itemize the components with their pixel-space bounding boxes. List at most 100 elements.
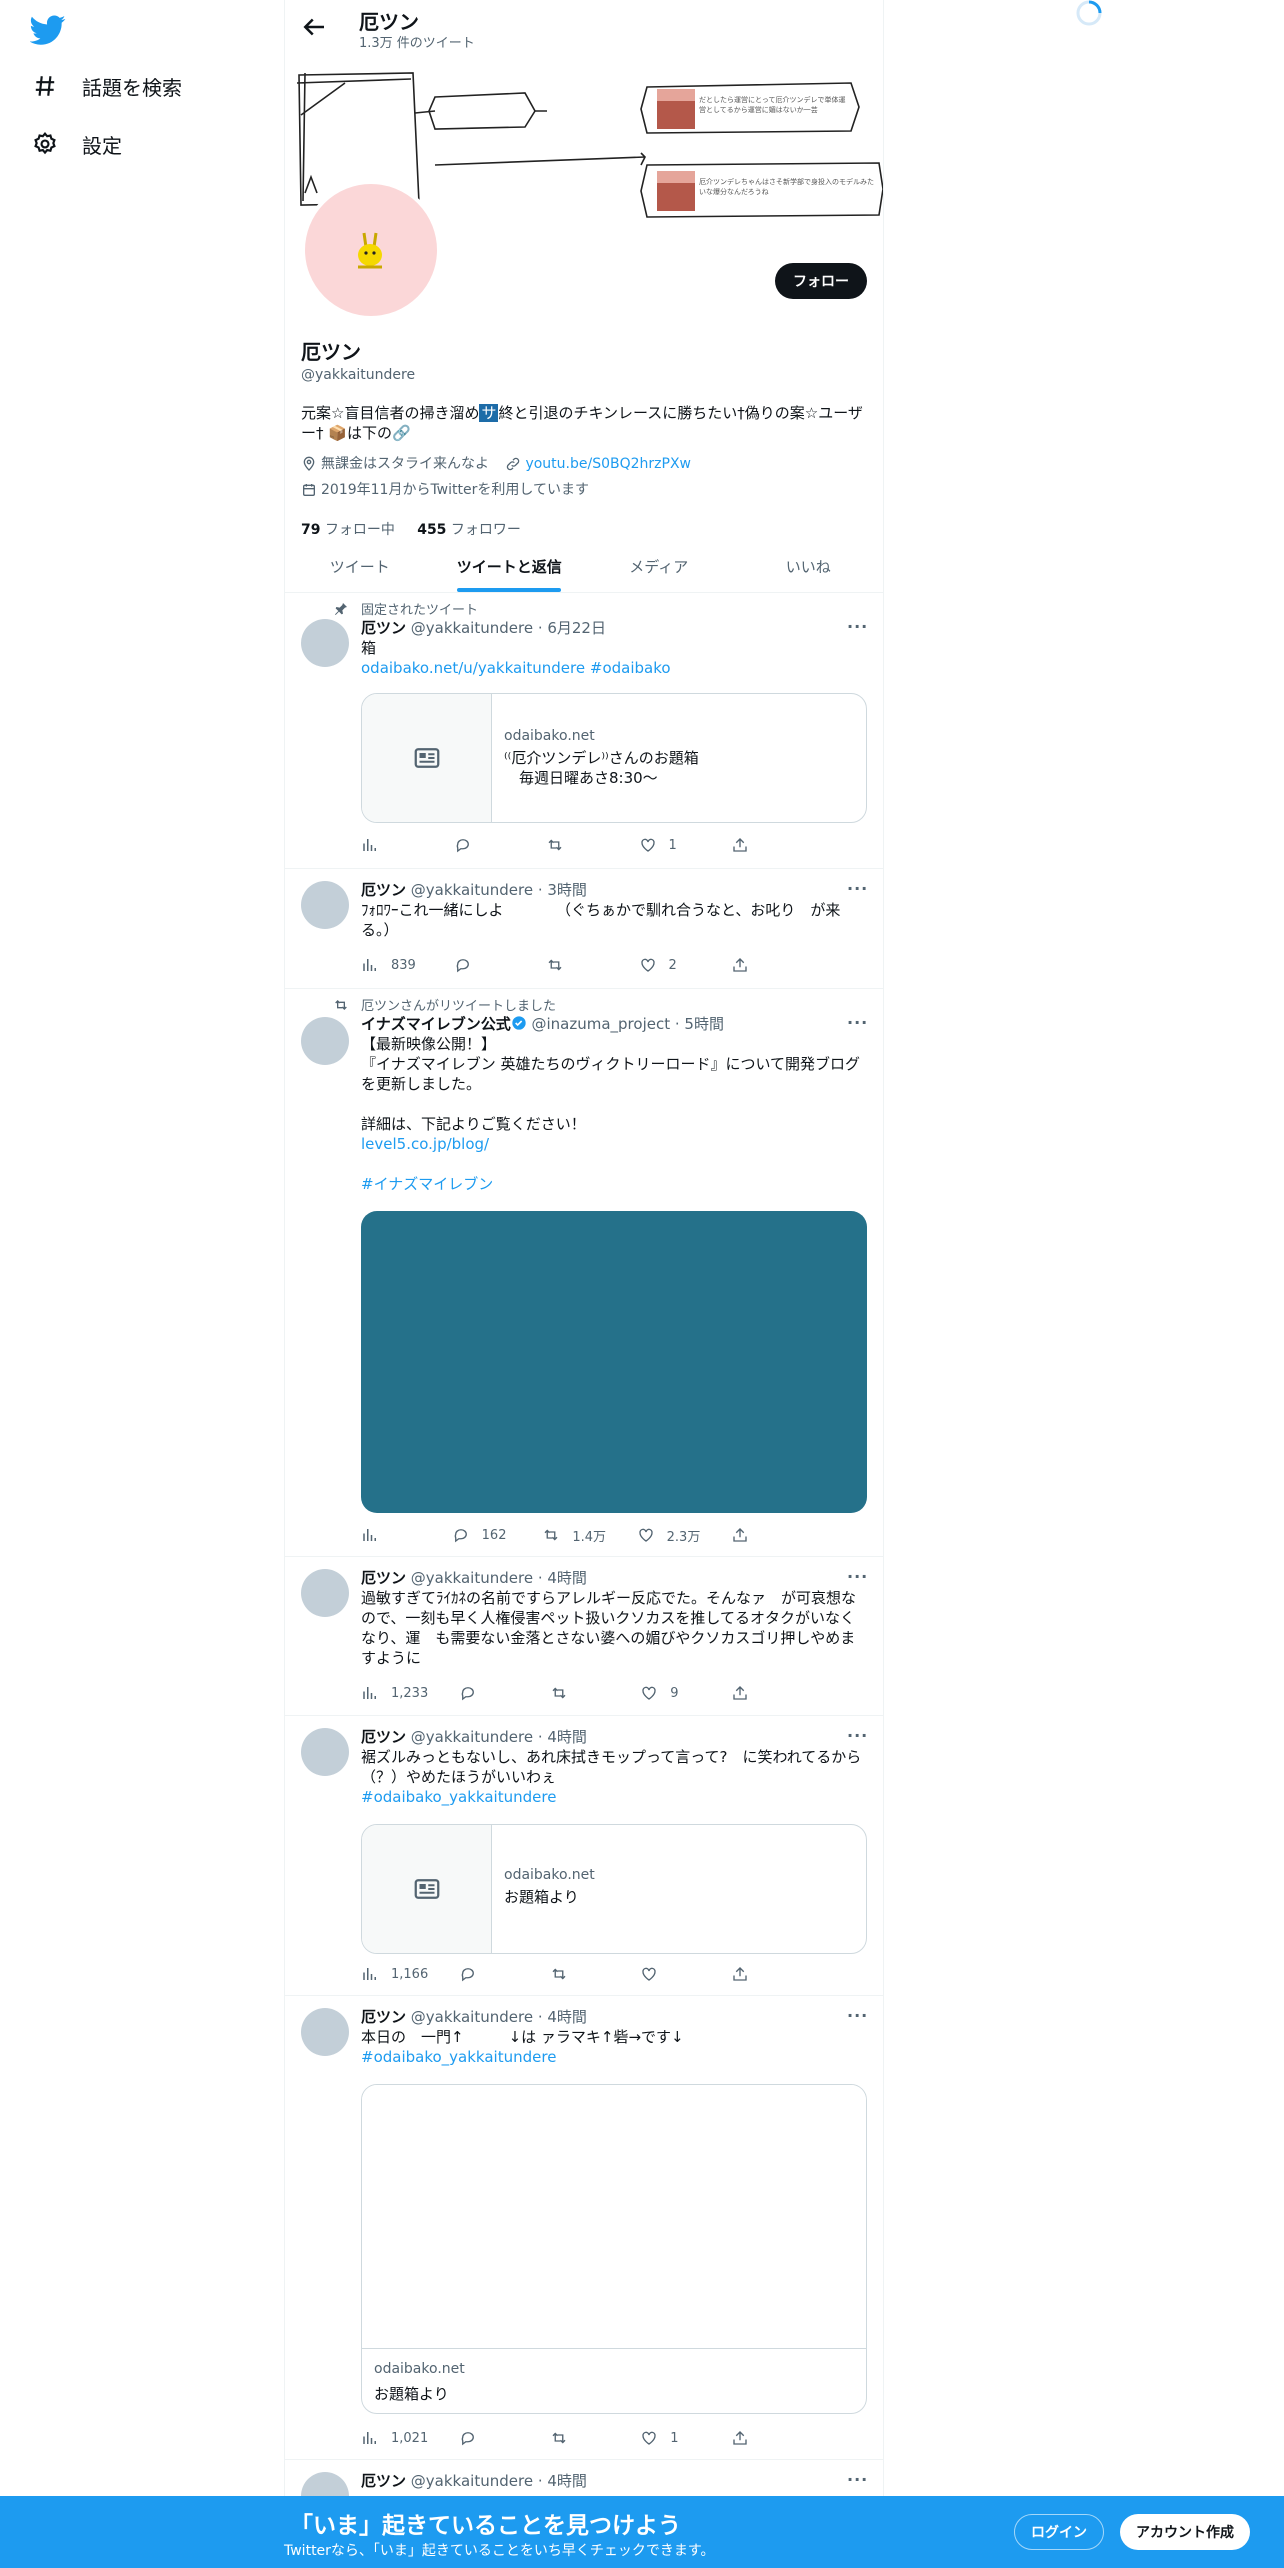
tab-media[interactable]: メディア bbox=[584, 540, 734, 592]
loading-spinner-icon bbox=[1076, 0, 1102, 26]
create-account-button[interactable]: アカウント作成 bbox=[1120, 2514, 1250, 2550]
left-nav: 話題を検索 設定 bbox=[0, 0, 284, 2568]
retweet-button[interactable] bbox=[546, 835, 606, 855]
tab-likes[interactable]: いいね bbox=[734, 540, 884, 592]
reply-button[interactable] bbox=[459, 1964, 519, 1984]
share-button[interactable] bbox=[731, 1525, 791, 1545]
like-button[interactable]: 2 bbox=[639, 955, 699, 975]
profile-header: 厄ツン 1.3万 件のツイート bbox=[285, 0, 883, 53]
follow-button[interactable]: フォロー bbox=[775, 263, 867, 299]
like-button[interactable]: 1 bbox=[640, 2428, 700, 2448]
share-button[interactable] bbox=[731, 1683, 791, 1703]
tweet-link[interactable]: odaibako.net/u/yakkaitundere bbox=[361, 659, 585, 677]
tweet-actions: 162 1.4万 2.3万 bbox=[361, 1525, 791, 1545]
views-button[interactable]: 1,021 bbox=[361, 2428, 428, 2448]
following-link[interactable]: 79 フォロー中 bbox=[301, 522, 395, 538]
link-card[interactable]: odaibako.net お題箱より bbox=[361, 1824, 867, 1954]
avatar[interactable] bbox=[301, 619, 349, 667]
login-button[interactable]: ログイン bbox=[1014, 2514, 1104, 2550]
avatar[interactable] bbox=[301, 2008, 349, 2056]
tweet-meta: @yakkaitundere · 3時間 bbox=[410, 881, 587, 899]
reply-button[interactable] bbox=[459, 2428, 519, 2448]
tweet-author-name[interactable]: 厄ツン bbox=[361, 881, 406, 899]
share-icon bbox=[733, 1686, 747, 1700]
tweet-body: 厄ツン @yakkaitundere · 4時間 裾ズルみっともないし、あれ床拭… bbox=[361, 1726, 869, 1807]
avatar[interactable] bbox=[301, 881, 349, 929]
profile-bio: 元案☆盲目信者の掃き溜めサ終と引退のチキンレースに勝ちたい†偽りの案☆ユーザー†… bbox=[301, 403, 869, 443]
nav-settings[interactable]: 設定 bbox=[32, 124, 122, 164]
share-button[interactable] bbox=[731, 835, 791, 855]
tweet-author-name[interactable]: 厄ツン bbox=[361, 619, 406, 637]
tweet[interactable]: ··· 厄ツン @yakkaitundere · 4時間 裾ズルみっともないし、… bbox=[285, 1716, 883, 1996]
profile-avatar[interactable] bbox=[301, 180, 441, 320]
retweet-button[interactable] bbox=[550, 1964, 610, 1984]
back-arrow-icon[interactable] bbox=[299, 12, 329, 42]
views-button[interactable] bbox=[361, 1525, 421, 1545]
location-pin-icon bbox=[303, 456, 315, 471]
tab-tweets[interactable]: ツイート bbox=[285, 540, 435, 592]
pin-icon bbox=[335, 602, 347, 615]
retweet-button[interactable] bbox=[550, 2428, 610, 2448]
article-icon bbox=[414, 1879, 439, 1899]
like-button[interactable]: 1 bbox=[639, 835, 699, 855]
tweet-pinned[interactable]: 固定されたツイート ··· 厄ツン @yakkaitundere · 6月22日… bbox=[285, 593, 883, 869]
reply-button[interactable] bbox=[459, 1683, 519, 1703]
reply-button[interactable] bbox=[454, 835, 514, 855]
profile-url-link[interactable]: youtu.be/S0BQ2hrzPXw bbox=[525, 453, 691, 475]
reply-button[interactable] bbox=[454, 955, 514, 975]
tweet-hashtag[interactable]: #イナズマイレブン bbox=[361, 1175, 493, 1193]
share-button[interactable] bbox=[731, 2428, 791, 2448]
bio-text-a: 元案☆盲目信者の掃き溜め bbox=[301, 404, 480, 422]
views-count: 1,166 bbox=[391, 1966, 429, 1982]
avatar[interactable] bbox=[301, 1017, 349, 1065]
tweet-media[interactable] bbox=[361, 1211, 867, 1513]
retweet-button[interactable]: 1.4万 bbox=[542, 1525, 606, 1545]
views-button[interactable]: 1,166 bbox=[361, 1964, 428, 1984]
tweet-retweeted[interactable]: 厄ツンさんがリツイートしました ··· イナズマイレブン公式 @inazuma_… bbox=[285, 989, 883, 1557]
followers-count: 455 bbox=[417, 522, 447, 538]
tab-tweets-and-replies[interactable]: ツイートと返信 bbox=[435, 540, 585, 592]
views-button[interactable] bbox=[361, 835, 421, 855]
tweet-hashtag[interactable]: #odaibako bbox=[590, 659, 671, 677]
tweet-body: 厄ツン @yakkaitundere · 4時間 過敏すぎてﾗｲｶﾈの名前ですら… bbox=[361, 1567, 869, 1668]
tweet-header: 厄ツン @yakkaitundere · 4時間 bbox=[361, 1726, 869, 1747]
avatar[interactable] bbox=[301, 1569, 349, 1617]
tweet-hashtag[interactable]: #odaibako_yakkaitundere bbox=[361, 1788, 556, 1806]
retweet-button[interactable] bbox=[546, 955, 606, 975]
nav-explore[interactable]: 話題を検索 bbox=[32, 66, 182, 106]
profile-location: 無課金はスタライ来んなよ bbox=[301, 453, 489, 475]
profile-url[interactable]: youtu.be/S0BQ2hrzPXw bbox=[505, 453, 691, 475]
like-button[interactable]: 9 bbox=[640, 1683, 700, 1703]
tweet-hashtag[interactable]: #odaibako_yakkaitundere bbox=[361, 2048, 556, 2066]
share-button[interactable] bbox=[731, 955, 791, 975]
views-count: 1,021 bbox=[391, 2430, 429, 2446]
views-button[interactable]: 1,233 bbox=[361, 1683, 428, 1703]
tweet-author-name[interactable]: 厄ツン bbox=[361, 2472, 406, 2490]
tweet[interactable]: ··· 厄ツン @yakkaitundere · 3時間 ﾌｫﾛﾜｰこれ一緒にし… bbox=[285, 869, 883, 989]
views-button[interactable]: 839 bbox=[361, 955, 421, 975]
twitter-logo-icon[interactable] bbox=[30, 12, 66, 48]
tweet-author-name[interactable]: 厄ツン bbox=[361, 1728, 406, 1746]
banner-note-2: 厄介ツンデレちゃんはさそ新学部で身投入のモデルみたいな爆分なんだろうね bbox=[699, 178, 874, 196]
reply-button[interactable]: 162 bbox=[452, 1525, 512, 1545]
retweet-icon bbox=[552, 2432, 566, 2444]
like-button[interactable] bbox=[640, 1964, 700, 1984]
share-icon bbox=[733, 958, 747, 972]
tweet-link[interactable]: level5.co.jp/blog/ bbox=[361, 1135, 489, 1153]
followers-link[interactable]: 455 フォロワー bbox=[417, 522, 521, 538]
tweet-author-name[interactable]: 厄ツン bbox=[361, 2008, 406, 2026]
signup-banner-subtitle: Twitterなら、「いま」起きていることをいち早くチェックできます。 bbox=[284, 2543, 715, 2559]
retweet-button[interactable] bbox=[550, 1683, 610, 1703]
card-thumbnail bbox=[362, 1825, 492, 1953]
share-button[interactable] bbox=[731, 1964, 791, 1984]
like-button[interactable]: 2.3万 bbox=[637, 1525, 700, 1545]
tweet[interactable]: ··· 厄ツン @yakkaitundere · 4時間 過敏すぎてﾗｲｶﾈの名… bbox=[285, 1557, 883, 1716]
link-card-large[interactable]: odaibako.net お題箱より bbox=[361, 2084, 867, 2414]
link-card[interactable]: odaibako.net ⁽⁽厄介ツンデレ⁾⁾さんのお題箱 毎週日曜あさ8:30… bbox=[361, 693, 867, 823]
tweet-author-name[interactable]: 厄ツン bbox=[361, 1569, 406, 1587]
tweet-author-name[interactable]: イナズマイレブン公式 bbox=[361, 1015, 511, 1033]
tweet-actions: 1,021 1 bbox=[361, 2428, 791, 2448]
avatar[interactable] bbox=[301, 1728, 349, 1776]
tweet[interactable]: ··· 厄ツン @yakkaitundere · 4時間 本日の 一門↑ ↓は … bbox=[285, 1996, 883, 2460]
share-icon bbox=[733, 1528, 747, 1542]
